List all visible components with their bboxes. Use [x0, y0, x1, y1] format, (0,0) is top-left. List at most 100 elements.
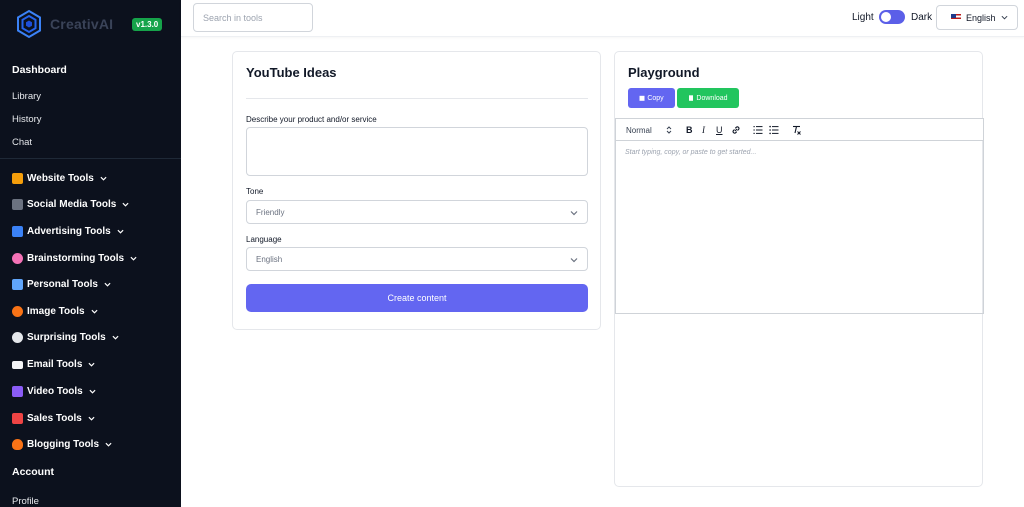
- chevron-down-icon: [88, 362, 95, 367]
- description-label: Describe your product and/or service: [246, 115, 377, 124]
- form-divider: [246, 98, 588, 99]
- brand-name: CreativAI: [50, 16, 114, 32]
- topbar: Light Dark English: [181, 0, 1024, 37]
- chevron-down-icon: [570, 211, 578, 216]
- sidebar-item-profile[interactable]: Profile: [12, 496, 39, 507]
- trend-icon: [12, 413, 23, 424]
- clear-format-icon[interactable]: [792, 125, 802, 135]
- search-input[interactable]: [193, 3, 313, 32]
- clipboard-icon: [639, 95, 645, 101]
- tool-label: Advertising Tools: [27, 226, 111, 237]
- link-icon[interactable]: [731, 125, 741, 135]
- tone-select[interactable]: Friendly: [246, 200, 588, 224]
- bold-button[interactable]: B: [686, 125, 693, 135]
- brand[interactable]: CreativAI: [14, 9, 113, 39]
- sidebar-item-video-tools[interactable]: Video Tools: [12, 386, 96, 397]
- up-down-icon: [666, 126, 672, 134]
- sidebar-item-history[interactable]: History: [12, 114, 42, 125]
- bullet-list-icon[interactable]: [769, 125, 779, 135]
- fire-icon: [12, 439, 23, 450]
- description-textarea[interactable]: [246, 127, 588, 176]
- palette-icon: [12, 306, 23, 317]
- copy-button[interactable]: Copy: [628, 88, 675, 108]
- theme-dark-label: Dark: [911, 12, 933, 23]
- chevron-down-icon: [104, 282, 111, 287]
- chevron-down-icon: [112, 335, 119, 340]
- construction-icon: [12, 173, 23, 184]
- us-flag-icon: [951, 14, 961, 21]
- sidebar-item-chat[interactable]: Chat: [12, 137, 32, 148]
- tool-label: Personal Tools: [27, 279, 98, 290]
- chevron-down-icon: [122, 202, 129, 207]
- chevron-down-icon: [91, 309, 98, 314]
- italic-button[interactable]: I: [702, 125, 705, 135]
- sidebar-item-dashboard[interactable]: Dashboard: [12, 64, 67, 76]
- heading-select[interactable]: Normal: [626, 126, 652, 135]
- version-badge: v1.3.0: [132, 18, 163, 31]
- chevron-down-icon: [105, 442, 112, 447]
- phone-icon: [12, 199, 23, 210]
- sidebar-item-blogging-tools[interactable]: Blogging Tools: [12, 439, 112, 450]
- tool-label: Brainstorming Tools: [27, 253, 125, 264]
- rich-text-editor[interactable]: Start typing, copy, or paste to get star…: [615, 141, 984, 314]
- chevron-down-icon: [88, 416, 95, 421]
- toggle-knob: [881, 12, 891, 22]
- theme-toggle[interactable]: [879, 10, 905, 24]
- copy-label: Copy: [647, 94, 664, 102]
- chevron-down-icon: [100, 176, 107, 181]
- chart-icon: [12, 226, 23, 237]
- language-value: English: [256, 254, 283, 264]
- theme-light-label: Light: [852, 12, 874, 23]
- sidebar: CreativAI v1.3.0 Dashboard Library Histo…: [0, 0, 181, 507]
- create-content-button[interactable]: Create content: [246, 284, 588, 312]
- sidebar-item-library[interactable]: Library: [12, 91, 41, 102]
- laptop-icon: [12, 279, 23, 290]
- ordered-list-icon[interactable]: [753, 125, 763, 135]
- tool-label: Surprising Tools: [27, 332, 106, 343]
- tool-form-card: YouTube Ideas Describe your product and/…: [232, 51, 601, 330]
- tone-value: Friendly: [256, 207, 285, 217]
- tool-label: Blogging Tools: [27, 439, 100, 450]
- sidebar-item-sales-tools[interactable]: Sales Tools: [12, 413, 95, 424]
- underline-button[interactable]: U: [716, 125, 723, 135]
- skull-icon: [12, 332, 23, 343]
- logo-icon: [17, 9, 41, 39]
- video-icon: [12, 386, 23, 397]
- chevron-down-icon: [570, 258, 578, 263]
- chevron-down-icon: [1001, 15, 1008, 20]
- tool-label: Video Tools: [27, 386, 83, 397]
- download-button[interactable]: Download: [677, 88, 739, 108]
- brain-icon: [12, 253, 23, 264]
- tool-label: Image Tools: [27, 306, 85, 317]
- playground-card: Playground Copy Download Normal B I U St…: [614, 51, 984, 487]
- chevron-down-icon: [130, 256, 137, 261]
- tool-label: Website Tools: [27, 173, 94, 184]
- sidebar-heading-account: Account: [12, 466, 54, 478]
- playground-title: Playground: [628, 65, 700, 80]
- tool-label: Email Tools: [27, 359, 83, 370]
- file-icon: [689, 95, 694, 101]
- editor-toolbar: Normal B I U: [615, 118, 984, 141]
- tool-label: Sales Tools: [27, 413, 82, 424]
- sidebar-item-email-tools[interactable]: Email Tools: [12, 359, 95, 370]
- sidebar-item-brainstorming-tools[interactable]: Brainstorming Tools: [12, 253, 137, 264]
- envelope-icon: [12, 360, 23, 369]
- sidebar-item-image-tools[interactable]: Image Tools: [12, 306, 98, 317]
- form-title: YouTube Ideas: [246, 65, 337, 80]
- language-field-label: Language: [246, 235, 282, 244]
- download-label: Download: [696, 94, 728, 102]
- chevron-down-icon: [117, 229, 124, 234]
- sidebar-item-social-media-tools[interactable]: Social Media Tools: [12, 199, 129, 210]
- tone-label: Tone: [246, 187, 264, 196]
- sidebar-item-advertising-tools[interactable]: Advertising Tools: [12, 226, 124, 237]
- language-dropdown[interactable]: English: [936, 5, 1018, 30]
- chevron-down-icon: [89, 389, 96, 394]
- sidebar-item-personal-tools[interactable]: Personal Tools: [12, 279, 111, 290]
- language-label: English: [966, 12, 996, 23]
- language-select[interactable]: English: [246, 247, 588, 271]
- editor-placeholder: Start typing, copy, or paste to get star…: [625, 149, 757, 156]
- tool-label: Social Media Tools: [27, 199, 117, 210]
- sidebar-divider: [0, 158, 181, 159]
- sidebar-item-surprising-tools[interactable]: Surprising Tools: [12, 332, 119, 343]
- sidebar-item-website-tools[interactable]: Website Tools: [12, 173, 107, 184]
